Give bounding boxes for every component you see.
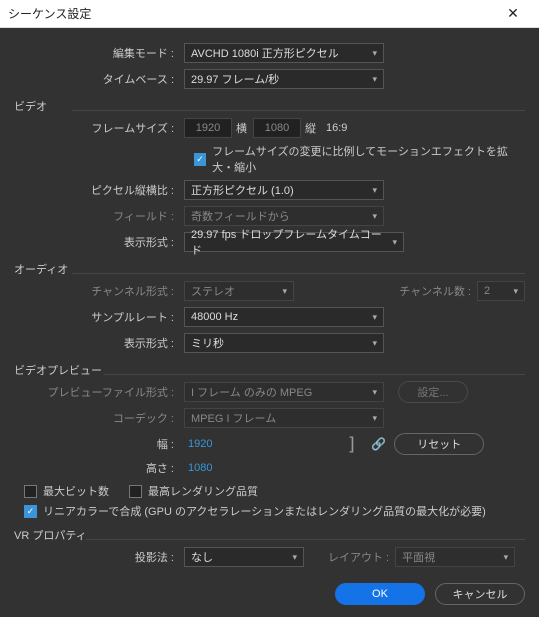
chevron-down-icon: ▾ — [513, 286, 518, 297]
framesize-h-label: 横 — [236, 120, 247, 136]
cancel-button[interactable]: キャンセル — [435, 583, 525, 605]
framesize-label: フレームサイズ : — [14, 120, 184, 136]
audio-display-value: ミリ秒 — [191, 335, 224, 351]
ch-count-label: チャンネル数 : — [399, 283, 471, 299]
ch-format-select: ステレオ ▾ — [184, 281, 294, 301]
samplerate-select[interactable]: 48000 Hz ▾ — [184, 307, 384, 327]
preview-fileformat-select: I フレーム のみの MPEG ▾ — [184, 382, 384, 402]
framesize-ratio: 16:9 — [326, 122, 347, 134]
max-bit-depth-label: 最大ビット数 — [43, 483, 109, 499]
video-display-label: 表示形式 : — [14, 234, 184, 250]
content-area: 編集モード : AVCHD 1080i 正方形ピクセル ▾ タイムベース : 2… — [0, 28, 539, 573]
framesize-v-label: 縦 — [305, 120, 316, 136]
video-section-title: ビデオ — [14, 98, 525, 114]
ch-format-value: ステレオ — [191, 283, 235, 299]
titlebar: シーケンス設定 ✕ — [0, 0, 539, 28]
preview-height-label: 高さ : — [14, 460, 184, 476]
chevron-down-icon: ▾ — [372, 211, 377, 222]
edit-mode-value: AVCHD 1080i 正方形ピクセル — [191, 45, 339, 61]
layout-label: レイアウト : — [328, 549, 389, 565]
projection-value: なし — [191, 549, 213, 565]
fields-label: フィールド : — [14, 208, 184, 224]
link-icon[interactable]: 🔗 — [371, 437, 386, 451]
max-render-quality-label: 最高レンダリング品質 — [148, 483, 258, 499]
checkbox-empty-icon — [129, 485, 142, 498]
preview-settings-button: 設定... — [398, 381, 468, 403]
chevron-down-icon: ▾ — [282, 286, 287, 297]
chevron-down-icon: ▾ — [372, 338, 377, 349]
checkbox-empty-icon — [24, 485, 37, 498]
close-icon[interactable]: ✕ — [495, 5, 531, 22]
max-render-quality-checkbox[interactable]: 最高レンダリング品質 — [129, 483, 258, 499]
chevron-down-icon: ▾ — [372, 312, 377, 323]
edit-mode-label: 編集モード : — [14, 45, 184, 61]
timebase-value: 29.97 フレーム/秒 — [191, 71, 279, 87]
timebase-label: タイムベース : — [14, 71, 184, 87]
checkbox-checked-icon: ✓ — [24, 505, 37, 518]
codec-value: MPEG I フレーム — [191, 410, 276, 426]
reset-button[interactable]: リセット — [394, 433, 484, 455]
projection-select[interactable]: なし ▾ — [184, 547, 304, 567]
scale-effects-checkbox[interactable]: ✓ フレームサイズの変更に比例してモーションエフェクトを拡大・縮小 — [194, 143, 525, 175]
chevron-down-icon: ▾ — [372, 74, 377, 85]
framesize-width-input: 1920 — [184, 118, 232, 138]
edit-mode-select[interactable]: AVCHD 1080i 正方形ピクセル ▾ — [184, 43, 384, 63]
footer: OK キャンセル — [0, 573, 539, 617]
chevron-down-icon: ▾ — [504, 552, 509, 563]
scale-effects-label: フレームサイズの変更に比例してモーションエフェクトを拡大・縮小 — [212, 143, 525, 175]
linear-color-label: リニアカラーで合成 (GPU のアクセラレーションまたはレンダリング品質の最大化… — [43, 503, 486, 519]
layout-select: 平面視 ▾ — [395, 547, 515, 567]
fields-select: 奇数フィールドから ▾ — [184, 206, 384, 226]
ch-count-value: 2 — [484, 285, 490, 297]
ok-button[interactable]: OK — [335, 583, 425, 605]
pixel-aspect-label: ピクセル縦横比 : — [14, 182, 184, 198]
preview-width-value[interactable]: 1920 — [184, 438, 216, 450]
chevron-down-icon: ▾ — [292, 552, 297, 563]
linear-color-checkbox[interactable]: ✓ リニアカラーで合成 (GPU のアクセラレーションまたはレンダリング品質の最… — [24, 503, 525, 519]
chevron-down-icon: ▾ — [372, 48, 377, 59]
audio-display-label: 表示形式 : — [14, 335, 184, 351]
preview-fileformat-label: プレビューファイル形式 : — [14, 384, 184, 400]
audio-display-select[interactable]: ミリ秒 ▾ — [184, 333, 384, 353]
vr-section-title: VR プロパティ — [14, 527, 525, 543]
chevron-down-icon: ▾ — [392, 237, 397, 248]
ch-format-label: チャンネル形式 : — [14, 283, 184, 299]
audio-section-title: オーディオ — [14, 261, 525, 277]
codec-label: コーデック : — [14, 410, 184, 426]
window-title: シーケンス設定 — [8, 5, 495, 22]
framesize-height-input: 1080 — [253, 118, 301, 138]
pixel-aspect-value: 正方形ピクセル (1.0) — [191, 182, 294, 198]
video-display-value: 29.97 fps ドロップフレームタイムコード — [191, 226, 386, 258]
projection-label: 投影法 : — [14, 549, 184, 565]
timebase-select[interactable]: 29.97 フレーム/秒 ▾ — [184, 69, 384, 89]
video-display-select[interactable]: 29.97 fps ドロップフレームタイムコード ▾ — [184, 232, 404, 252]
samplerate-value: 48000 Hz — [191, 311, 238, 323]
samplerate-label: サンプルレート : — [14, 309, 184, 325]
pixel-aspect-select[interactable]: 正方形ピクセル (1.0) ▾ — [184, 180, 384, 200]
max-bit-depth-checkbox[interactable]: 最大ビット数 — [24, 483, 109, 499]
checkbox-checked-icon: ✓ — [194, 153, 206, 166]
ch-count-select: 2 ▾ — [477, 281, 525, 301]
bracket-icon: ] — [346, 434, 357, 455]
preview-height-value[interactable]: 1080 — [184, 462, 216, 474]
fields-value: 奇数フィールドから — [191, 208, 290, 224]
layout-value: 平面視 — [402, 549, 435, 565]
codec-select: MPEG I フレーム ▾ — [184, 408, 384, 428]
preview-width-label: 幅 : — [14, 436, 184, 452]
chevron-down-icon: ▾ — [372, 387, 377, 398]
chevron-down-icon: ▾ — [372, 413, 377, 424]
preview-section-title: ビデオプレビュー — [14, 362, 525, 378]
preview-fileformat-value: I フレーム のみの MPEG — [191, 384, 312, 400]
chevron-down-icon: ▾ — [372, 185, 377, 196]
